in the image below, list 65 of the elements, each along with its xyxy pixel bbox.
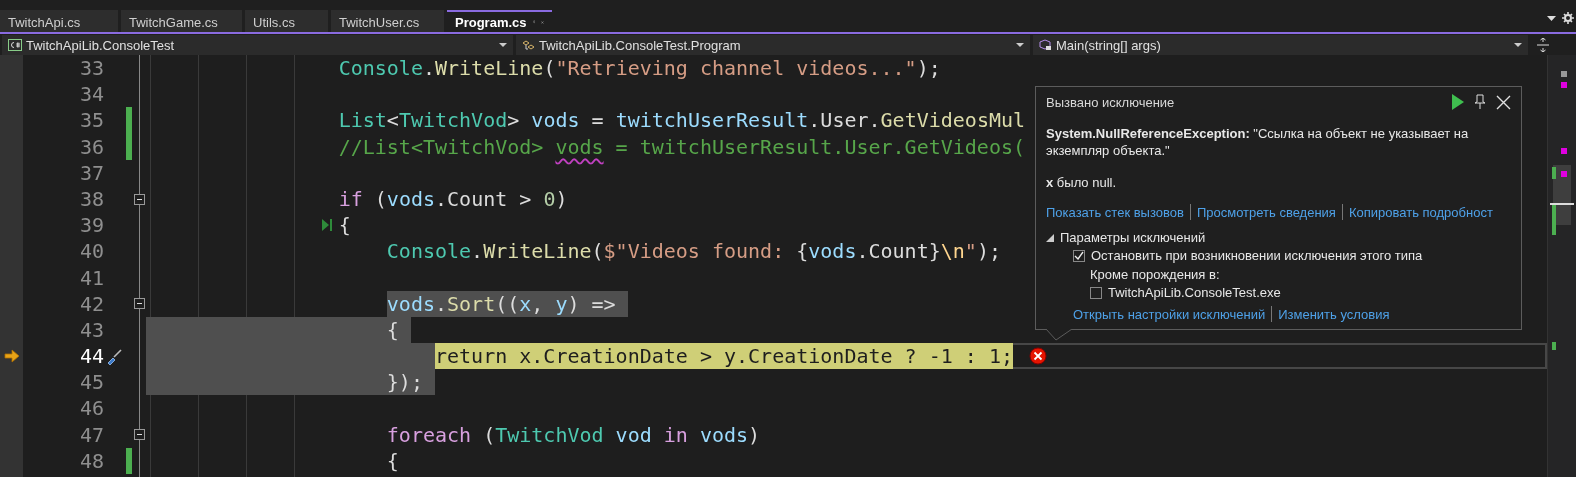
code-line: { — [386, 447, 400, 474]
screwdriver-icon — [106, 347, 123, 365]
line-number: 39 — [78, 212, 104, 239]
caret-icon[interactable] — [1514, 43, 1522, 47]
caret-icon[interactable] — [499, 43, 507, 47]
checkbox[interactable] — [1090, 286, 1102, 299]
popup-link[interactable]: Открыть настройки исключений — [1073, 306, 1266, 322]
line-number: 41 — [78, 264, 104, 291]
code-line: List<TwitchVod> vods = twitchUserResult.User.GetVideosMul — [338, 107, 1027, 134]
caret-icon[interactable] — [1016, 43, 1024, 47]
popup-link[interactable]: Изменить условия — [1278, 306, 1390, 322]
line-number: 48 — [78, 447, 104, 474]
caret-icon[interactable] — [1547, 15, 1556, 21]
line-number: 38 — [78, 185, 104, 213]
code-line: foreach (TwitchVod vod in vods) — [386, 421, 762, 448]
method-icon — [1039, 39, 1052, 51]
close-icon[interactable] — [1496, 94, 1511, 110]
code-line: //List<TwitchVod> vods = twitchUserResult.User.GetVideos( — [338, 133, 1026, 160]
checkbox-label: Остановить при возникновении исключения этого типа — [1091, 248, 1423, 263]
code-line: Console.WriteLine($"Videos found: {vods.Count}\n"); — [386, 238, 1002, 265]
settings-icon[interactable] — [1562, 12, 1574, 24]
code-line: Console.WriteLine("Retrieving channel videos..."); — [338, 55, 942, 82]
exception-detail: x было null. — [1046, 175, 1118, 190]
exception-settings-toggle[interactable]: Параметры исключений — [1046, 230, 1511, 245]
play-icon[interactable] — [1451, 94, 1464, 110]
popup-link[interactable]: Показать стек вызовов — [1046, 204, 1184, 220]
line-number: 47 — [78, 421, 104, 448]
line-number: 43 — [78, 316, 104, 344]
split-icon[interactable] — [1537, 38, 1549, 52]
check-icon — [1074, 251, 1084, 260]
class-icon — [522, 39, 535, 51]
scrollbar[interactable] — [1548, 55, 1576, 477]
line-number: 40 — [78, 238, 104, 265]
expanded-icon — [1046, 233, 1054, 242]
code-line: { — [338, 212, 352, 239]
editor-tab[interactable]: TwitchUser.cs — [331, 10, 444, 32]
line-number: 45 — [78, 369, 104, 396]
pin-icon[interactable] — [1474, 94, 1486, 110]
line-number: 34 — [78, 81, 104, 108]
fold-icon[interactable] — [134, 429, 145, 441]
popup-link[interactable]: Просмотреть сведения — [1196, 204, 1336, 220]
member-dropdown[interactable]: Main(string[] args) — [1033, 35, 1528, 55]
line-number: 37 — [78, 159, 104, 186]
editor-tab[interactable]: TwitchGame.cs — [121, 10, 242, 32]
line-number: 44 — [78, 343, 104, 370]
popup-link[interactable]: Копировать подробност — [1348, 204, 1493, 220]
line-number: 46 — [78, 395, 104, 422]
fold-icon[interactable] — [134, 298, 145, 310]
fold-icon[interactable] — [134, 193, 145, 205]
code-line: if (vods.Count > 0) — [338, 185, 569, 213]
except-label: Кроме порождения в: — [1090, 267, 1221, 282]
editor-tab[interactable]: Utils.cs — [245, 10, 328, 32]
editor-tab[interactable]: TwitchApi.cs — [0, 10, 118, 32]
line-number: 33 — [78, 55, 104, 82]
exception-message: System.NullReferenceException: "Ссылка на объект не указывает на экземпляр объекта." — [1046, 125, 1470, 159]
line-number: 42 — [78, 290, 104, 317]
project-dropdown[interactable]: TwitchApiLib.ConsoleTest — [2, 35, 513, 55]
csharp-file-icon — [8, 39, 22, 51]
type-dropdown[interactable]: TwitchApiLib.ConsoleTest.Program — [516, 35, 1030, 55]
run-to-cursor-icon[interactable] — [322, 219, 332, 232]
popup-title: Вызвано исключение — [1046, 94, 1176, 110]
checkbox-label: TwitchApiLib.ConsoleTest.exe — [1108, 285, 1281, 300]
line-number: 35 — [78, 107, 104, 134]
line-number: 36 — [78, 133, 104, 160]
checkbox[interactable] — [1073, 249, 1085, 262]
